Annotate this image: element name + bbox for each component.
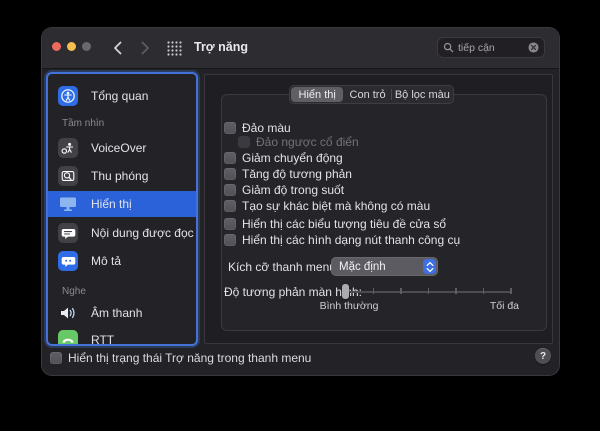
spoken-content-icon — [58, 223, 78, 243]
checkbox-icon — [50, 352, 62, 364]
popup-selected-value: Mặc định — [339, 261, 423, 273]
checkbox-label: Giảm chuyển động — [242, 151, 343, 165]
checkbox-label: Tăng độ tương phản — [242, 167, 352, 181]
show-all-preferences-button[interactable] — [164, 39, 184, 57]
menu-bar-size-label: Kích cỡ thanh menu: — [228, 260, 339, 274]
checkbox-icon — [224, 234, 236, 246]
sidebar-section-vision: Tầm nhìn — [62, 118, 104, 129]
checkbox-row-reduce-transparency[interactable]: Giảm độ trong suốt — [224, 182, 344, 198]
slider-tick — [510, 288, 512, 294]
sidebar: Tổng quan Tầm nhìn VoiceOver — [48, 74, 196, 344]
checkbox-icon — [224, 122, 236, 134]
slider-tick — [428, 288, 430, 294]
accessibility-overview-icon — [58, 86, 78, 106]
search-icon — [443, 42, 454, 53]
sidebar-item-label: Tổng quan — [91, 89, 148, 103]
sidebar-item-rtt[interactable]: RTT — [48, 326, 196, 344]
sidebar-item-label: Hiển thị — [91, 197, 132, 211]
checkbox-row-show-window-title-icons[interactable]: Hiển thị các biểu tượng tiêu đề cửa sổ — [224, 216, 446, 232]
search-field[interactable] — [437, 37, 545, 58]
checkbox-label: Đảo ngược cổ điển — [256, 135, 359, 149]
sidebar-item-overview[interactable]: Tổng quan — [48, 82, 196, 110]
sidebar-item-label: Nội dung được đọc — [91, 226, 194, 240]
menu-bar-status-checkbox-row[interactable]: Hiển thị trạng thái Trợ năng trong thanh… — [50, 350, 311, 366]
checkbox-label: Hiển thị trạng thái Trợ năng trong thanh… — [68, 351, 311, 365]
popup-stepper — [423, 259, 436, 274]
rtt-icon — [58, 330, 78, 344]
desktop-background: Trợ năng — [0, 0, 600, 431]
forward-button[interactable] — [136, 38, 154, 58]
checkbox-row-classic-invert: Đảo ngược cổ điển — [238, 134, 359, 150]
checkbox-row-reduce-motion[interactable]: Giảm chuyển động — [224, 150, 343, 166]
contrast-slider-thumb[interactable] — [342, 284, 349, 299]
checkbox-icon — [224, 184, 236, 196]
titlebar: Trợ năng — [42, 28, 559, 69]
checkbox-icon — [224, 218, 236, 230]
menu-bar-size-row: Kích cỡ thanh menu: Mặc định — [228, 257, 339, 276]
slider-tick — [483, 288, 485, 294]
zoom-window-button[interactable] — [82, 42, 91, 51]
sidebar-item-label: Mô tả — [91, 254, 121, 268]
chevron-right-icon — [141, 41, 150, 55]
slider-tick — [373, 288, 375, 294]
help-button[interactable]: ? — [535, 348, 551, 364]
accessibility-preferences-window: Trợ năng — [42, 28, 559, 375]
sidebar-item-label: RTT — [91, 333, 114, 344]
contrast-min-label: Bình thường — [319, 300, 379, 312]
tab-pointer[interactable]: Con trỏ — [344, 86, 390, 103]
sidebar-section-hearing: Nghe — [62, 286, 86, 297]
checkbox-label: Hiển thị các biểu tượng tiêu đề cửa sổ — [242, 217, 446, 231]
slider-tick — [400, 288, 402, 294]
sidebar-item-label: VoiceOver — [91, 141, 146, 155]
checkbox-label: Đảo màu — [242, 121, 291, 135]
checkbox-icon — [224, 168, 236, 180]
clear-search-icon[interactable] — [528, 42, 539, 53]
display-settings-panel: Hiển thị Con trỏ Bộ lọc màu Đảo màu Đảo … — [204, 74, 553, 344]
minimize-button[interactable] — [67, 42, 76, 51]
tab-bar: Hiển thị Con trỏ Bộ lọc màu — [289, 85, 454, 104]
display-icon — [58, 194, 78, 214]
tab-display[interactable]: Hiển thị — [291, 87, 343, 102]
slider-tick — [455, 288, 457, 294]
checkbox-label: Hiển thị các hình dạng nút thanh công cụ — [242, 233, 460, 247]
sidebar-item-label: Thu phóng — [91, 169, 148, 183]
audio-icon — [58, 303, 78, 323]
checkbox-icon — [224, 152, 236, 164]
checkbox-row-increase-contrast[interactable]: Tăng độ tương phản — [224, 166, 352, 182]
checkbox-label: Giảm độ trong suốt — [242, 183, 344, 197]
search-input[interactable] — [454, 42, 528, 54]
close-button[interactable] — [52, 42, 61, 51]
back-button[interactable] — [108, 38, 126, 58]
contrast-max-label: Tối đa — [463, 300, 519, 312]
zoom-icon — [58, 166, 78, 186]
sidebar-item-label: Âm thanh — [91, 306, 142, 320]
sidebar-item-zoom[interactable]: Thu phóng — [48, 162, 196, 190]
sidebar-item-display[interactable]: Hiển thị — [48, 191, 196, 217]
tab-color-filters[interactable]: Bộ lọc màu — [392, 86, 453, 103]
window-title: Trợ năng — [194, 40, 248, 54]
checkbox-row-show-toolbar-button-shapes[interactable]: Hiển thị các hình dạng nút thanh công cụ — [224, 232, 460, 248]
checkbox-label: Tạo sự khác biệt mà không có màu — [242, 199, 430, 213]
checkbox-row-differentiate-without-color[interactable]: Tạo sự khác biệt mà không có màu — [224, 198, 430, 214]
checkbox-icon — [224, 200, 236, 212]
voiceover-icon — [58, 138, 78, 158]
sidebar-item-audio[interactable]: Âm thanh — [48, 300, 196, 326]
sidebar-item-voiceover[interactable]: VoiceOver — [48, 134, 196, 162]
chevron-left-icon — [113, 41, 122, 55]
up-down-chevrons-icon — [426, 261, 434, 273]
sidebar-item-descriptions[interactable]: Mô tả — [48, 247, 196, 275]
grid-icon — [167, 41, 182, 56]
checkbox-icon — [238, 136, 250, 148]
descriptions-icon — [58, 251, 78, 271]
menu-bar-size-popup[interactable]: Mặc định — [331, 257, 438, 276]
sidebar-item-spoken-content[interactable]: Nội dung được đọc — [48, 219, 196, 247]
